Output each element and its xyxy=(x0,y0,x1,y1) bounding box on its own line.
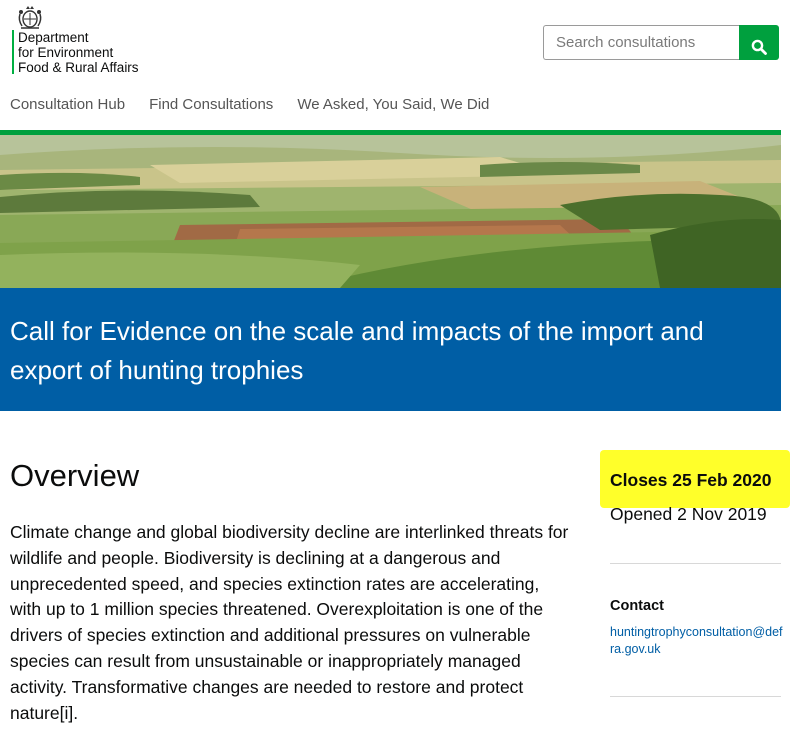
nav-we-asked-you-said[interactable]: We Asked, You Said, We Did xyxy=(297,96,489,113)
sidebar-divider-bottom xyxy=(610,696,781,697)
search-icon xyxy=(751,39,767,55)
search-button[interactable] xyxy=(739,25,779,60)
page-title: Call for Evidence on the scale and impac… xyxy=(10,316,704,385)
contact-email-link[interactable]: huntingtrophyconsultation@defra.gov.uk xyxy=(610,624,785,658)
defra-logo[interactable]: Department for Environment Food & Rural … xyxy=(10,4,170,75)
overview-heading: Overview xyxy=(10,458,140,493)
logo-line-1: Department xyxy=(18,30,89,45)
search-input[interactable] xyxy=(543,25,739,60)
consultation-title-bar: Call for Evidence on the scale and impac… xyxy=(0,288,781,411)
logo-line-3: Food & Rural Affairs xyxy=(18,60,139,75)
overview-text: Climate change and global biodiversity d… xyxy=(10,522,569,723)
closing-date: Closes 25 Feb 2020 xyxy=(610,470,772,490)
search-form xyxy=(543,25,779,60)
opened-date: Opened 2 Nov 2019 xyxy=(610,504,767,524)
landscape-banner-image xyxy=(0,135,781,288)
logo-text: Department for Environment Food & Rural … xyxy=(18,30,139,75)
sidebar-divider xyxy=(610,563,781,564)
main-nav: Consultation Hub Find Consultations We A… xyxy=(10,96,489,113)
nav-find-consultations[interactable]: Find Consultations xyxy=(149,96,273,113)
nav-consultation-hub[interactable]: Consultation Hub xyxy=(10,96,125,113)
logo-green-bar xyxy=(12,30,14,74)
contact-label: Contact xyxy=(610,598,664,614)
logo-line-2: for Environment xyxy=(18,45,114,60)
site-header: Department for Environment Food & Rural … xyxy=(0,0,791,130)
